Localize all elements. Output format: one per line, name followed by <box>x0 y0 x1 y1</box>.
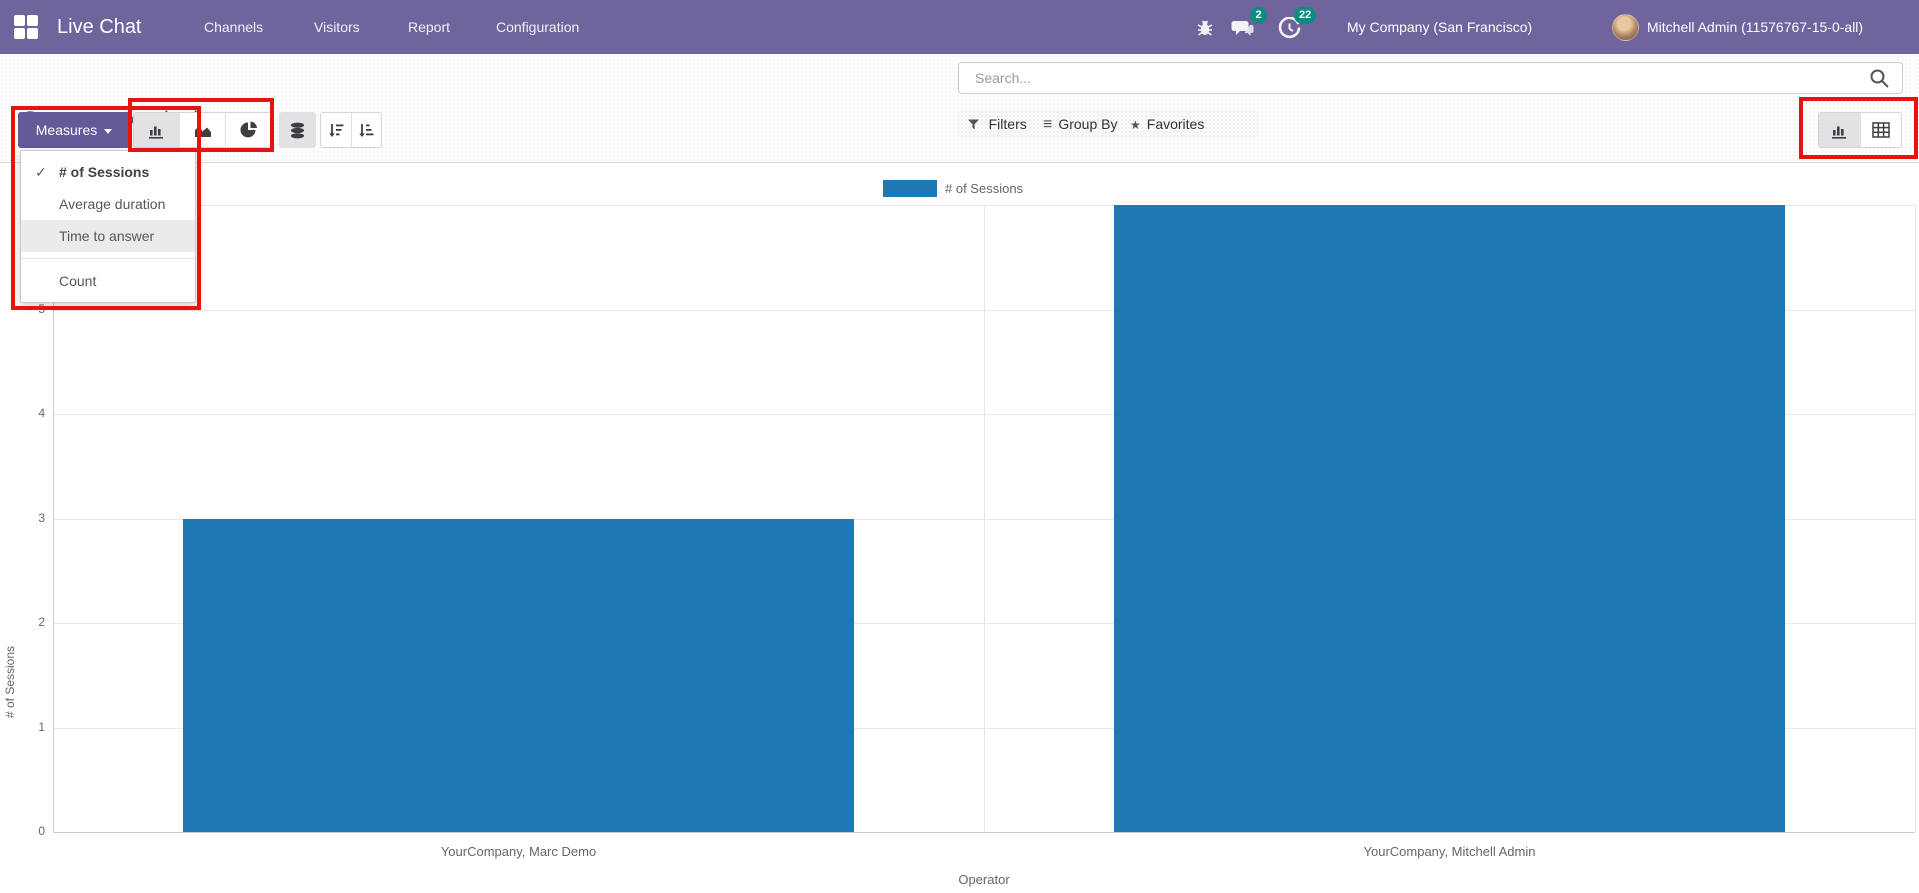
x-category-label-1: YourCompany, Mitchell Admin <box>1363 844 1536 859</box>
group-by-button[interactable]: ≡ Group By <box>1043 109 1117 139</box>
pie-chart-button[interactable] <box>226 113 271 147</box>
apps-grid-square <box>14 28 25 39</box>
measures-dropdown-menu: ✓ # of Sessions Average duration Time to … <box>20 150 196 303</box>
line-chart-button[interactable] <box>180 113 226 147</box>
messages-icon[interactable] <box>1231 17 1254 39</box>
top-navbar: Live Chat Channels Visitors Report Confi… <box>0 0 1919 54</box>
measures-item-label: # of Sessions <box>59 164 150 180</box>
legend-color-swatch <box>883 180 937 197</box>
gridline-x-1 <box>984 205 985 832</box>
pivot-view-button[interactable] <box>1861 113 1902 147</box>
filters-label: Filters <box>988 116 1027 132</box>
legend-label: # of Sessions <box>945 181 1024 196</box>
nav-item-visitors[interactable]: Visitors <box>314 0 360 54</box>
favorites-button[interactable]: ★ Favorites <box>1130 109 1204 139</box>
y-tick-label-4: 4 <box>38 406 45 420</box>
measures-item-label: Count <box>59 273 97 289</box>
chart-legend[interactable]: # of Sessions <box>883 180 1023 197</box>
app-name[interactable]: Live Chat <box>57 0 142 54</box>
x-axis-title: Operator <box>958 872 1010 887</box>
search-icon[interactable] <box>1869 68 1890 89</box>
measures-item-sessions[interactable]: ✓ # of Sessions <box>21 156 195 188</box>
nav-item-channels[interactable]: Channels <box>204 0 263 54</box>
messages-badge[interactable]: 2 <box>1250 7 1267 24</box>
y-tick-label-1: 1 <box>38 719 45 734</box>
graph-view-button[interactable] <box>1819 113 1861 147</box>
nav-item-report[interactable]: Report <box>408 0 450 54</box>
y-tick-label-3: 3 <box>38 510 45 525</box>
gridline-y-0 <box>53 832 1915 833</box>
apps-grid-square <box>27 15 38 26</box>
search-box <box>958 62 1903 94</box>
gridline-x-2 <box>1915 205 1916 832</box>
sort-ascending-button[interactable] <box>352 113 382 147</box>
sort-group <box>320 112 382 148</box>
measures-button-label: Measures <box>35 122 98 138</box>
stacked-database-icon <box>290 122 305 138</box>
view-switcher-group <box>1818 112 1902 148</box>
chevron-down-icon <box>104 128 113 134</box>
y-axis-title: # of Sessions <box>3 645 17 719</box>
menu-separator <box>21 258 195 259</box>
bar-1[interactable] <box>1114 205 1785 832</box>
pie-chart-icon <box>240 121 257 138</box>
user-menu[interactable]: Mitchell Admin (11576767-15-0-all) <box>1647 0 1863 54</box>
filter-funnel-icon <box>968 117 983 132</box>
filters-strip: Filters ≡ Group By ★ Favorites <box>958 109 1258 139</box>
apps-menu-icon[interactable] <box>14 15 38 39</box>
screen: Live Chat Channels Visitors Report Confi… <box>0 0 1919 893</box>
nav-item-configuration[interactable]: Configuration <box>496 0 579 54</box>
graph-view-icon <box>1831 126 1846 139</box>
area-chart-icon <box>194 125 211 137</box>
stacked-button[interactable] <box>279 112 316 148</box>
favorites-label: Favorites <box>1146 116 1205 132</box>
apps-grid-square <box>14 15 25 26</box>
bar-chart: # of Sessions # of Sessions Operator 0 1 2… <box>0 163 1919 893</box>
bug-icon[interactable] <box>1194 17 1216 39</box>
favorite-star-icon: ★ <box>1130 118 1141 132</box>
measures-item-time-to-answer[interactable]: Time to answer <box>21 220 195 252</box>
chart-type-group <box>133 112 272 148</box>
group-by-icon: ≡ <box>1043 116 1053 133</box>
measures-item-average-duration[interactable]: Average duration <box>21 188 195 220</box>
bar-0[interactable] <box>183 518 854 832</box>
y-tick-label-0: 0 <box>38 824 45 838</box>
apps-grid-square <box>27 28 38 39</box>
bar-chart-icon <box>149 126 163 139</box>
sort-descending-button[interactable] <box>321 113 352 147</box>
check-icon: ✓ <box>35 164 47 180</box>
activities-badge[interactable]: 22 <box>1294 7 1317 24</box>
sort-descending-icon <box>328 123 344 137</box>
company-switcher[interactable]: My Company (San Francisco) <box>1347 0 1532 54</box>
y-tick-label-2: 2 <box>38 615 45 629</box>
control-panel: Operator Analysis Filters ≡Group By ★Fav… <box>0 54 1919 163</box>
measures-item-count[interactable]: Count <box>21 265 195 297</box>
measures-button[interactable]: Measures <box>18 112 130 148</box>
measures-item-label: Average duration <box>59 196 166 212</box>
pivot-table-icon <box>1872 122 1890 138</box>
bar-chart-button[interactable] <box>134 113 180 147</box>
y-tick-label-5: 5 <box>38 301 45 316</box>
sort-ascending-icon <box>359 123 374 137</box>
search-input[interactable] <box>975 63 1855 93</box>
filters-button[interactable]: Filters <box>968 109 1027 139</box>
x-category-label-0: YourCompany, Marc Demo <box>440 844 597 859</box>
user-avatar[interactable] <box>1612 14 1639 41</box>
group-by-label: Group By <box>1058 116 1118 132</box>
measures-item-label: Time to answer <box>59 228 155 244</box>
